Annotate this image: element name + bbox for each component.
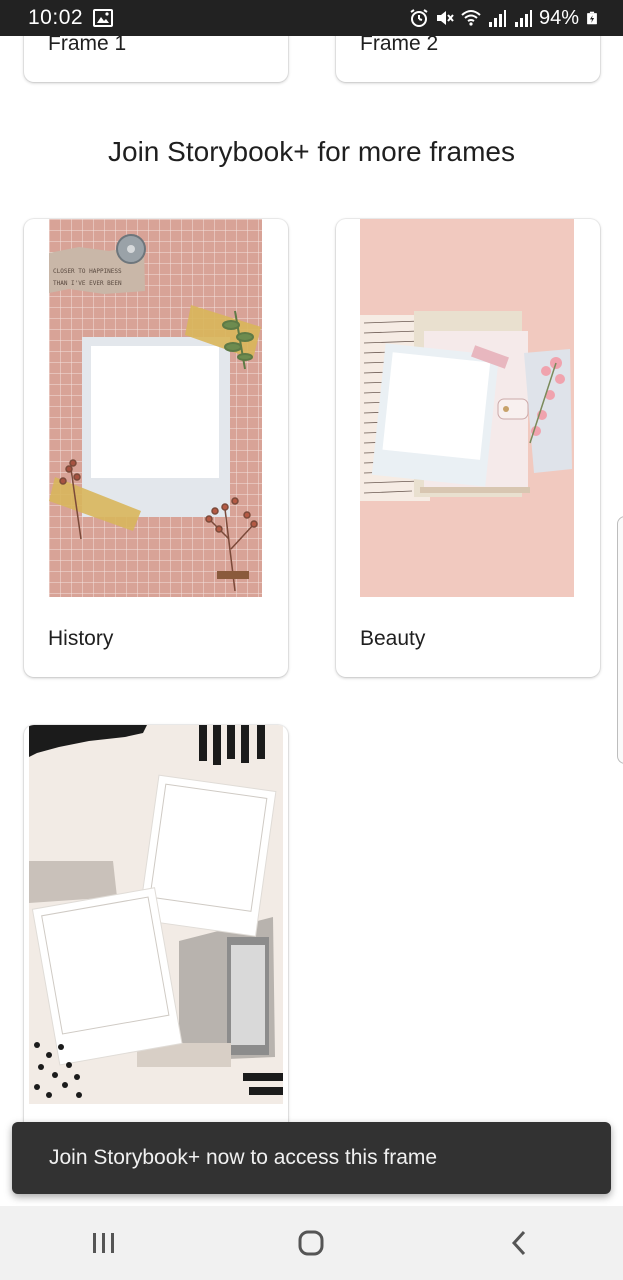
frame-card-label: Beauty xyxy=(360,627,426,650)
section-heading: Join Storybook+ for more frames xyxy=(108,136,515,167)
frames-list[interactable]: Frame 1 Frame 2 Join Storybook+ for more… xyxy=(0,36,623,1206)
navigation-bar xyxy=(0,1206,623,1280)
frame-card-2[interactable]: Frame 2 xyxy=(336,36,600,82)
mute-icon xyxy=(436,11,454,25)
frame-card-label: Frame 1 xyxy=(48,36,127,55)
frame-card-beauty[interactable]: Beauty xyxy=(336,219,600,677)
back-button[interactable] xyxy=(489,1218,549,1268)
edge-panel-handle[interactable] xyxy=(617,516,623,764)
frame-card-1[interactable]: Frame 1 xyxy=(24,36,288,82)
frame-card-history[interactable]: CLOSER TO HAPPINESS THAN I'VE EVER BEEN xyxy=(24,219,288,677)
snackbar-message: Join Storybook+ now to access this frame xyxy=(49,1146,438,1169)
frame-card-collage[interactable] xyxy=(24,725,288,1183)
history-thumb-text-1: CLOSER TO HAPPINESS xyxy=(53,268,122,275)
image-icon xyxy=(93,9,114,27)
status-time: 10:02 xyxy=(28,6,84,29)
back-icon xyxy=(512,1230,526,1256)
beauty-frame-thumbnail xyxy=(360,219,574,597)
frame-card-label: History xyxy=(48,627,114,650)
wifi-icon xyxy=(461,10,481,26)
snackbar: Join Storybook+ now to access this frame xyxy=(12,1122,611,1194)
collage-frame-thumbnail xyxy=(29,725,283,1104)
signal-icon xyxy=(488,10,506,27)
frame-card-label: Frame 2 xyxy=(360,36,439,55)
recent-apps-icon xyxy=(92,1233,114,1253)
battery-percent: 94% xyxy=(538,6,579,29)
history-thumb-text-2: THAN I'VE EVER BEEN xyxy=(53,280,122,287)
battery-icon xyxy=(587,11,597,25)
signal-icon xyxy=(514,10,532,27)
home-icon xyxy=(298,1230,324,1256)
status-bar: 10:02 94% xyxy=(0,0,623,36)
home-button[interactable] xyxy=(281,1218,341,1268)
alarm-icon xyxy=(410,9,428,27)
recent-apps-button[interactable] xyxy=(74,1218,134,1268)
history-frame-thumbnail: CLOSER TO HAPPINESS THAN I'VE EVER BEEN xyxy=(49,219,262,597)
